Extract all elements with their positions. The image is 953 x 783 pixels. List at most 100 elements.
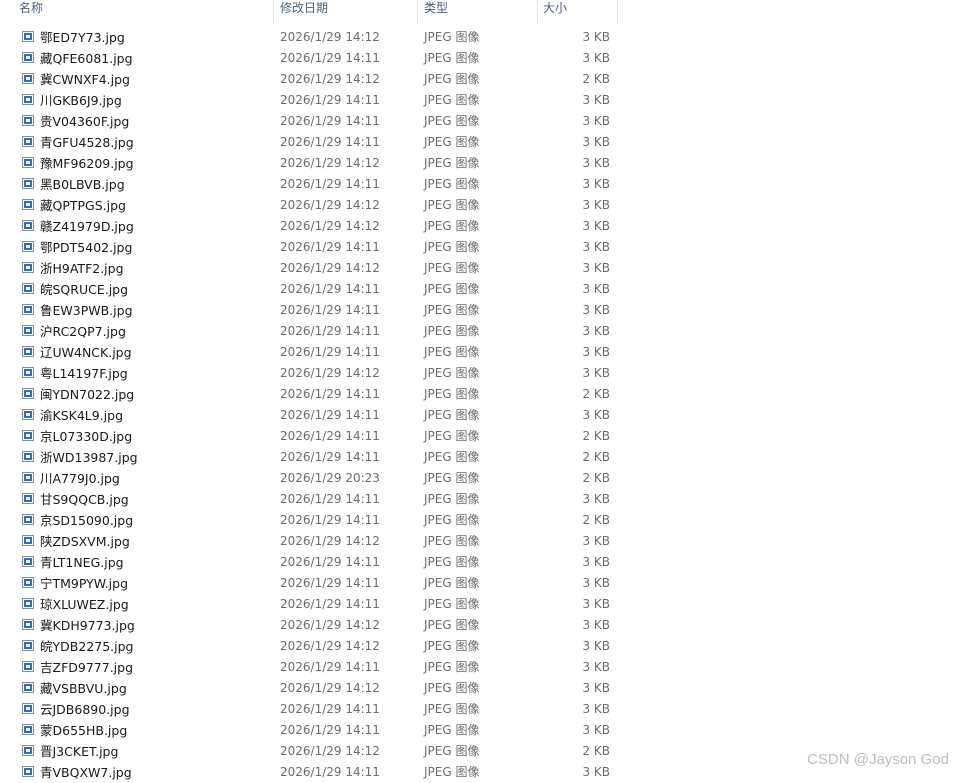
file-size: 3 KB (582, 51, 610, 65)
file-name: 琼XLUWEZ.jpg (40, 597, 129, 612)
file-name: 藏VSBBVU.jpg (40, 681, 127, 696)
jpeg-file-icon (22, 451, 34, 462)
file-type: JPEG 图像 (424, 471, 480, 485)
file-row[interactable]: 鄂ED7Y73.jpg 2026/1/29 14:12 JPEG 图像 3 KB (0, 27, 640, 48)
file-name: 青LT1NEG.jpg (40, 555, 124, 570)
column-header-type[interactable]: 类型 (424, 0, 448, 22)
file-type: JPEG 图像 (424, 219, 480, 233)
column-header-name[interactable]: 名称 (19, 0, 43, 22)
file-row[interactable]: 粤L14197F.jpg 2026/1/29 14:12 JPEG 图像 3 KB (0, 363, 640, 384)
file-row[interactable]: 云JDB6890.jpg 2026/1/29 14:11 JPEG 图像 3 KB (0, 699, 640, 720)
file-modified-date: 2026/1/29 14:11 (280, 765, 380, 779)
file-row[interactable]: 辽UW4NCK.jpg 2026/1/29 14:11 JPEG 图像 3 KB (0, 342, 640, 363)
jpeg-file-icon (22, 514, 34, 525)
file-type: JPEG 图像 (424, 261, 480, 275)
file-row[interactable]: 青VBQXW7.jpg 2026/1/29 14:11 JPEG 图像 3 KB (0, 762, 640, 783)
file-size: 2 KB (582, 513, 610, 527)
jpeg-file-icon (22, 724, 34, 735)
file-size: 3 KB (582, 198, 610, 212)
file-size: 2 KB (582, 450, 610, 464)
file-row[interactable]: 吉ZFD9777.jpg 2026/1/29 14:11 JPEG 图像 3 KB (0, 657, 640, 678)
file-row[interactable]: 晋J3CKET.jpg 2026/1/29 14:12 JPEG 图像 2 KB (0, 741, 640, 762)
file-modified-date: 2026/1/29 14:11 (280, 303, 380, 317)
file-row[interactable]: 浙H9ATF2.jpg 2026/1/29 14:12 JPEG 图像 3 KB (0, 258, 640, 279)
column-header-size[interactable]: 大小 (543, 0, 567, 22)
file-row[interactable]: 藏QFE6081.jpg 2026/1/29 14:11 JPEG 图像 3 KB (0, 48, 640, 69)
file-row[interactable]: 青GFU4528.jpg 2026/1/29 14:11 JPEG 图像 3 KB (0, 132, 640, 153)
file-row[interactable]: 闽YDN7022.jpg 2026/1/29 14:11 JPEG 图像 2 KB (0, 384, 640, 405)
file-row[interactable]: 冀KDH9773.jpg 2026/1/29 14:12 JPEG 图像 3 KB (0, 615, 640, 636)
jpeg-file-icon (22, 745, 34, 756)
file-row[interactable]: 冀CWNXF4.jpg 2026/1/29 14:12 JPEG 图像 2 KB (0, 69, 640, 90)
file-size: 3 KB (582, 345, 610, 359)
file-row[interactable]: 黑B0LBVB.jpg 2026/1/29 14:11 JPEG 图像 3 KB (0, 174, 640, 195)
jpeg-file-icon (22, 430, 34, 441)
file-row[interactable]: 宁TM9PYW.jpg 2026/1/29 14:11 JPEG 图像 3 KB (0, 573, 640, 594)
file-type: JPEG 图像 (424, 198, 480, 212)
file-size: 3 KB (582, 156, 610, 170)
file-row[interactable]: 川GKB6J9.jpg 2026/1/29 14:11 JPEG 图像 3 KB (0, 90, 640, 111)
jpeg-file-icon (22, 367, 34, 378)
jpeg-file-icon (22, 31, 34, 42)
file-row[interactable]: 青LT1NEG.jpg 2026/1/29 14:11 JPEG 图像 3 KB (0, 552, 640, 573)
file-row[interactable]: 琼XLUWEZ.jpg 2026/1/29 14:11 JPEG 图像 3 KB (0, 594, 640, 615)
file-row[interactable]: 赣Z41979D.jpg 2026/1/29 14:12 JPEG 图像 3 KB (0, 216, 640, 237)
file-size: 3 KB (582, 618, 610, 632)
file-size: 3 KB (582, 30, 610, 44)
file-modified-date: 2026/1/29 14:11 (280, 513, 380, 527)
file-modified-date: 2026/1/29 14:11 (280, 387, 380, 401)
file-type: JPEG 图像 (424, 387, 480, 401)
jpeg-file-icon (22, 115, 34, 126)
file-size: 3 KB (582, 639, 610, 653)
file-name: 渝KSK4L9.jpg (40, 408, 124, 423)
file-row[interactable]: 陕ZDSXVM.jpg 2026/1/29 14:12 JPEG 图像 3 KB (0, 531, 640, 552)
file-row[interactable]: 浙WD13987.jpg 2026/1/29 14:11 JPEG 图像 2 KB (0, 447, 640, 468)
file-modified-date: 2026/1/29 14:11 (280, 114, 380, 128)
file-row[interactable]: 鄂PDT5402.jpg 2026/1/29 14:11 JPEG 图像 3 KB (0, 237, 640, 258)
file-row[interactable]: 皖SQRUCE.jpg 2026/1/29 14:11 JPEG 图像 3 KB (0, 279, 640, 300)
file-type: JPEG 图像 (424, 156, 480, 170)
file-row[interactable]: 川A779J0.jpg 2026/1/29 20:23 JPEG 图像 2 KB (0, 468, 640, 489)
file-modified-date: 2026/1/29 14:12 (280, 681, 380, 695)
file-name: 京SD15090.jpg (40, 513, 134, 528)
file-size: 3 KB (582, 366, 610, 380)
file-row[interactable]: 蒙D655HB.jpg 2026/1/29 14:11 JPEG 图像 3 KB (0, 720, 640, 741)
file-name: 贵V04360F.jpg (40, 114, 130, 129)
file-modified-date: 2026/1/29 14:12 (280, 534, 380, 548)
file-row[interactable]: 藏QPTPGS.jpg 2026/1/29 14:12 JPEG 图像 3 KB (0, 195, 640, 216)
jpeg-file-icon (22, 220, 34, 231)
column-divider[interactable] (617, 0, 618, 22)
file-size: 3 KB (582, 723, 610, 737)
jpeg-file-icon (22, 346, 34, 357)
file-modified-date: 2026/1/29 14:11 (280, 555, 380, 569)
file-row[interactable]: 豫MF96209.jpg 2026/1/29 14:12 JPEG 图像 3 KB (0, 153, 640, 174)
file-row[interactable]: 渝KSK4L9.jpg 2026/1/29 14:11 JPEG 图像 3 KB (0, 405, 640, 426)
file-row[interactable]: 京L07330D.jpg 2026/1/29 14:11 JPEG 图像 2 KB (0, 426, 640, 447)
file-name: 云JDB6890.jpg (40, 702, 130, 717)
file-name: 晋J3CKET.jpg (40, 744, 119, 759)
file-size: 3 KB (582, 114, 610, 128)
file-name: 黑B0LBVB.jpg (40, 177, 125, 192)
file-type: JPEG 图像 (424, 177, 480, 191)
file-row[interactable]: 京SD15090.jpg 2026/1/29 14:11 JPEG 图像 2 KB (0, 510, 640, 531)
file-name: 冀CWNXF4.jpg (40, 72, 130, 87)
file-modified-date: 2026/1/29 14:12 (280, 30, 380, 44)
column-header-date[interactable]: 修改日期 (280, 0, 328, 22)
file-size: 3 KB (582, 492, 610, 506)
file-name: 鄂ED7Y73.jpg (40, 30, 125, 45)
file-row[interactable]: 甘S9QQCB.jpg 2026/1/29 14:11 JPEG 图像 3 KB (0, 489, 640, 510)
file-row[interactable]: 沪RC2QP7.jpg 2026/1/29 14:11 JPEG 图像 3 KB (0, 321, 640, 342)
file-size: 3 KB (582, 324, 610, 338)
file-row[interactable]: 皖YDB2275.jpg 2026/1/29 14:12 JPEG 图像 3 KB (0, 636, 640, 657)
file-type: JPEG 图像 (424, 135, 480, 149)
file-name: 冀KDH9773.jpg (40, 618, 135, 633)
file-size: 3 KB (582, 702, 610, 716)
column-divider[interactable] (273, 0, 274, 22)
file-row[interactable]: 贵V04360F.jpg 2026/1/29 14:11 JPEG 图像 3 KB (0, 111, 640, 132)
file-type: JPEG 图像 (424, 72, 480, 86)
file-type: JPEG 图像 (424, 303, 480, 317)
file-row[interactable]: 鲁EW3PWB.jpg 2026/1/29 14:11 JPEG 图像 3 KB (0, 300, 640, 321)
column-divider[interactable] (417, 0, 418, 22)
file-row[interactable]: 藏VSBBVU.jpg 2026/1/29 14:12 JPEG 图像 3 KB (0, 678, 640, 699)
column-divider[interactable] (537, 0, 538, 22)
